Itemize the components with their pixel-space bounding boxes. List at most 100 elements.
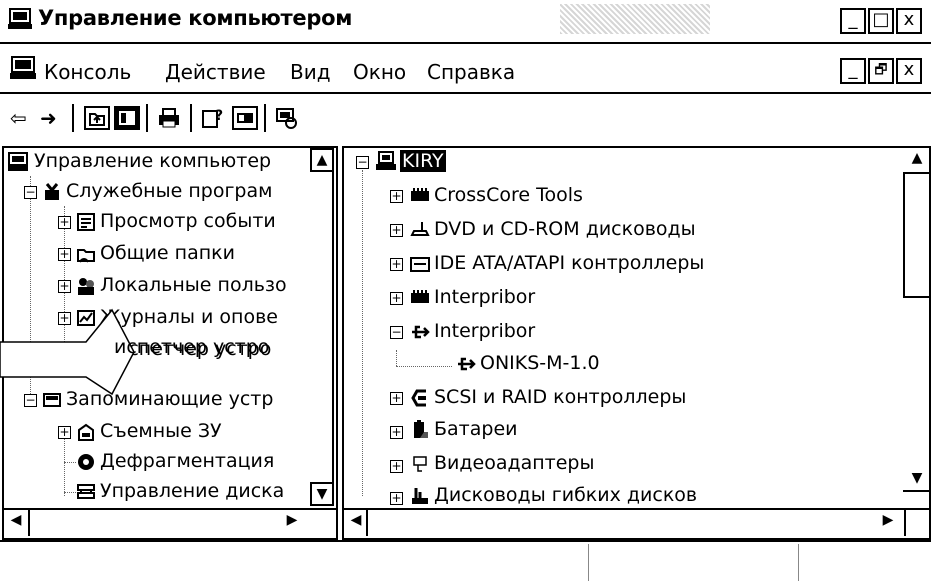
device-interpribor-2[interactable]: Interpribor (434, 320, 535, 342)
collapse-icon[interactable]: − (24, 186, 37, 199)
computer-icon (8, 8, 32, 29)
device-display-adapters[interactable]: Видеоадаптеры (434, 452, 595, 474)
local-users-icon (78, 278, 94, 295)
scroll-left-button[interactable]: ◀ (344, 510, 368, 534)
toolbar-separator (190, 104, 192, 132)
scroll-thumb-edge (28, 510, 30, 536)
menu-help[interactable]: Справка (427, 60, 515, 84)
expand-icon[interactable]: + (390, 492, 403, 505)
collapse-icon[interactable]: − (390, 326, 403, 339)
board-icon (411, 188, 429, 201)
minimize-button[interactable]: _ (840, 8, 866, 34)
scroll-up-button[interactable]: ▲ (310, 148, 334, 172)
tree-item-computer-management[interactable]: Управление компьютер (34, 150, 271, 172)
title-gradient (560, 4, 710, 34)
details-pane[interactable]: − KIRY + CrossCore Tools + DVD и CD-ROM … (342, 146, 931, 540)
scroll-left-button[interactable]: ◀ (4, 510, 28, 534)
expand-icon[interactable]: + (58, 248, 71, 261)
print-icon[interactable] (156, 106, 182, 130)
collapse-icon[interactable]: − (356, 156, 369, 169)
display-adapter-icon (413, 456, 427, 472)
callout-label: испетчер устро (114, 336, 270, 358)
device-oniks[interactable]: ONIKS-M-1.0 (480, 352, 600, 374)
child-restore-button[interactable]: 🗗 (868, 58, 894, 84)
back-icon[interactable]: ⇦ (10, 106, 27, 130)
child-close-button[interactable]: x (896, 58, 922, 84)
forward-icon[interactable]: ➜ (40, 106, 57, 130)
device-root-kiry[interactable]: KIRY (400, 150, 446, 172)
up-level-icon[interactable] (84, 106, 110, 130)
shared-folders-icon (77, 249, 95, 263)
device-crosscore-tools[interactable]: CrossCore Tools (434, 184, 583, 206)
device-batteries[interactable]: Батареи (434, 418, 518, 440)
expand-icon[interactable]: + (390, 258, 403, 271)
menu-action[interactable]: Действие (165, 60, 266, 84)
device-interpribor-1[interactable]: Interpribor (434, 286, 535, 308)
properties-icon[interactable]: ? (200, 106, 226, 130)
device-ide-ata[interactable]: IDE ATA/ATAPI контроллеры (434, 252, 704, 274)
scroll-thumb-edge (904, 510, 906, 536)
menu-divider (0, 92, 931, 94)
scan-hardware-icon[interactable] (274, 106, 300, 130)
battery-icon (414, 420, 428, 438)
expand-icon[interactable]: + (390, 392, 403, 405)
vertical-scrollbar[interactable] (332, 172, 334, 482)
tree-item-removable-storage[interactable]: Съемные ЗУ (100, 420, 222, 442)
vertical-scrollbar[interactable] (903, 172, 905, 296)
expand-icon[interactable]: + (58, 426, 71, 439)
floppy-drive-icon (412, 488, 428, 504)
status-cell-divider (798, 544, 799, 581)
tree-item-disk-management[interactable]: Управление диска (100, 480, 284, 502)
description-bar-icon[interactable] (232, 106, 258, 130)
board-icon (411, 290, 429, 303)
device-dvd-cdrom[interactable]: DVD и CD-ROM дисководы (434, 218, 696, 240)
expand-icon[interactable]: + (58, 216, 71, 229)
expand-icon[interactable]: + (58, 280, 71, 293)
tools-icon (45, 183, 59, 200)
title-divider (0, 42, 931, 44)
scroll-right-button[interactable]: ▶ (280, 510, 304, 534)
removable-storage-icon (78, 423, 94, 441)
scroll-track-edge (903, 172, 929, 174)
close-button[interactable]: x (896, 8, 922, 34)
show-tree-icon[interactable] (114, 106, 140, 130)
maximize-button[interactable]: □ (868, 8, 894, 34)
child-minimize-button[interactable]: _ (840, 58, 866, 84)
console-icon[interactable] (10, 56, 36, 80)
menu-console[interactable]: Консоль (44, 60, 131, 84)
cdrom-icon (410, 222, 430, 236)
expand-icon[interactable]: + (390, 224, 403, 237)
expand-icon[interactable]: + (390, 292, 403, 305)
toolbar-separator (264, 104, 266, 132)
menu-window[interactable]: Окно (353, 60, 406, 84)
title-bar: Управление компьютером _ □ x (0, 0, 931, 42)
expand-icon[interactable]: + (390, 190, 403, 203)
scroll-thumb-edge (366, 510, 368, 536)
scsi-icon (411, 389, 426, 407)
scroll-thumb-edge (903, 296, 929, 298)
computer-icon (376, 151, 396, 170)
scroll-right-button[interactable]: ▶ (876, 510, 900, 534)
window-title: Управление компьютером (38, 6, 353, 30)
scroll-down-button[interactable]: ▼ (310, 482, 334, 506)
usb-icon (412, 325, 430, 339)
ide-controller-icon (410, 257, 430, 272)
tree-item-event-viewer[interactable]: Просмотр событи (100, 210, 276, 232)
expand-icon[interactable]: + (390, 426, 403, 439)
scroll-up-button[interactable]: ▲ (905, 148, 929, 172)
toolbar-separator (146, 104, 148, 132)
tree-item-local-users[interactable]: Локальные пользо (100, 274, 287, 296)
event-viewer-icon (77, 213, 95, 231)
status-bar (0, 540, 931, 583)
horizontal-scrollbar[interactable] (344, 508, 929, 510)
device-scsi-raid[interactable]: SCSI и RAID контроллеры (434, 386, 686, 408)
tree-item-shared-folders[interactable]: Общие папки (100, 242, 235, 264)
tree-item-system-tools[interactable]: Служебные програм (66, 180, 272, 202)
tree-item-defragmentation[interactable]: Дефрагментация (100, 450, 274, 472)
scroll-down-button[interactable]: ▼ (905, 468, 929, 492)
toolbar-separator (72, 104, 74, 132)
expand-icon[interactable]: + (390, 460, 403, 473)
menu-view[interactable]: Вид (290, 60, 331, 84)
usb-icon (458, 357, 476, 371)
device-floppy[interactable]: Дисководы гибких дисков (434, 484, 697, 506)
